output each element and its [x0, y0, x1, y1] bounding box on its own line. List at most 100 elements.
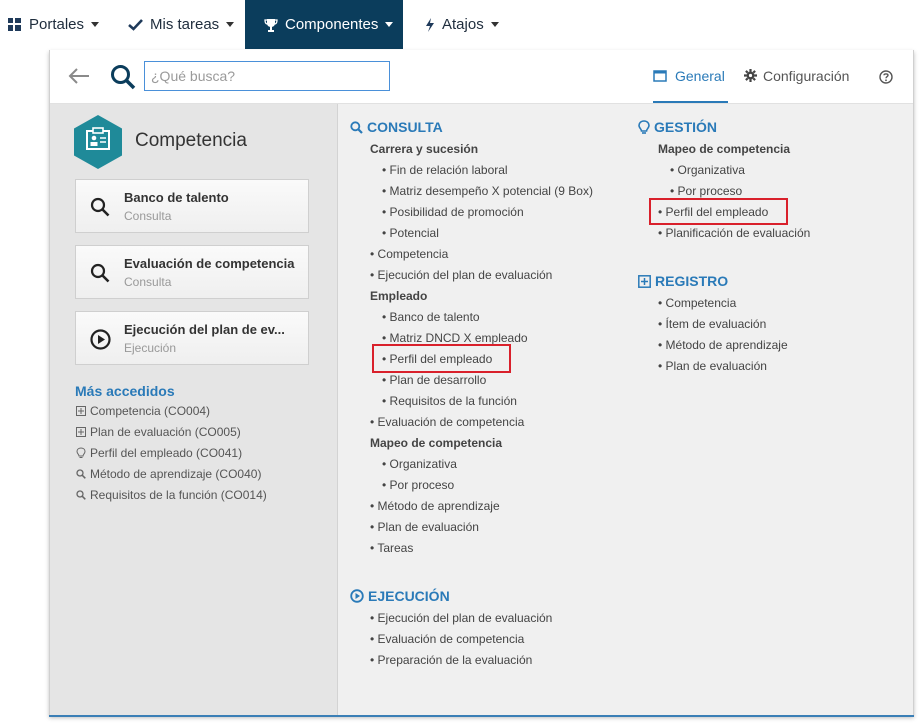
menu-link[interactable]: • Por proceso [670, 184, 742, 198]
card-banco-de-talento[interactable]: Banco de talento Consulta [75, 179, 309, 233]
card-subtitle: Consulta [124, 209, 172, 223]
chevron-down-icon [91, 22, 100, 27]
help-icon[interactable] [879, 70, 893, 84]
most-accessed-label: Plan de evaluación (CO005) [90, 425, 241, 439]
group-carrera-y-sucesion: Carrera y sucesión [370, 142, 479, 156]
menu-link[interactable]: • Banco de talento [382, 310, 480, 324]
components-dropdown-panel: General Configuración Competencia Banco … [49, 50, 914, 716]
group-mapeo-de-competencia: Mapeo de competencia [658, 142, 791, 156]
highlight-box [649, 198, 788, 225]
tab-general[interactable]: General [653, 50, 728, 103]
section-consulta[interactable]: CONSULTA [350, 119, 443, 135]
section-registro-title: REGISTRO [655, 273, 729, 289]
card-subtitle: Consulta [124, 275, 172, 289]
plus-square-icon [76, 427, 86, 437]
section-ejecucion[interactable]: EJECUCIÓN [350, 588, 450, 604]
arrow-left-icon[interactable] [68, 67, 90, 85]
nav-componentes-label: Componentes [285, 16, 379, 33]
most-accessed-label: Requisitos de la función (CO014) [90, 488, 267, 502]
menu-link[interactable]: • Matriz desempeño X potencial (9 Box) [382, 184, 593, 198]
menu-link[interactable]: • Ejecución del plan de evaluación [370, 611, 552, 625]
tab-configuracion-label: Configuración [763, 67, 850, 84]
most-accessed-item[interactable]: Requisitos de la función (CO014) [76, 488, 267, 502]
card-title: Evaluación de competencia [124, 256, 295, 271]
menu-link[interactable]: • Ítem de evaluación [658, 317, 766, 331]
most-accessed-label: Perfil del empleado (CO041) [90, 446, 243, 460]
most-accessed-title: Más accedidos [75, 383, 175, 399]
card-title: Banco de talento [124, 190, 229, 205]
highlight-box [372, 344, 511, 373]
component-title: Competencia [135, 130, 247, 151]
plus-square-icon [638, 274, 651, 288]
menu-link[interactable]: • Tareas [370, 541, 413, 555]
search-input[interactable] [144, 61, 390, 91]
search-icon[interactable] [110, 64, 136, 90]
most-accessed-item[interactable]: Método de aprendizaje (CO040) [76, 467, 261, 481]
menu-link[interactable]: • Competencia [370, 247, 448, 261]
panel-bottom-border [49, 715, 914, 717]
menu-link[interactable]: • Plan de evaluación [658, 359, 767, 373]
nav-portales[interactable]: Portales [8, 0, 100, 49]
menu-link[interactable]: • Plan de desarrollo [382, 373, 486, 387]
lightbulb-icon [638, 119, 650, 134]
most-accessed-label: Método de aprendizaje (CO040) [90, 467, 262, 481]
bolt-icon [426, 17, 434, 32]
card-evaluacion-de-competencia[interactable]: Evaluación de competencia Consulta [75, 245, 309, 299]
search-icon [76, 469, 86, 479]
tab-general-label: General [675, 67, 725, 84]
nav-portales-label: Portales [29, 16, 85, 33]
component-summary: Competencia Banco de talento Consulta Ev… [50, 104, 338, 716]
menu-link[interactable]: • Posibilidad de promoción [382, 205, 524, 219]
menu-link[interactable]: • Por proceso [382, 478, 454, 492]
menu-link[interactable]: • Organizativa [382, 457, 457, 471]
menu-link[interactable]: • Requisitos de la función [382, 394, 517, 408]
window-icon [653, 69, 667, 82]
menu-link[interactable]: • Planificación de evaluación [658, 226, 810, 240]
card-ejecucion-del-plan[interactable]: Ejecución del plan de ev... Ejecución [75, 311, 309, 365]
menu-link[interactable]: • Ejecución del plan de evaluación [370, 268, 552, 282]
card-title: Ejecución del plan de ev... [124, 322, 285, 337]
menu-link[interactable]: • Preparación de la evaluación [370, 653, 532, 667]
section-gestion-title: GESTIÓN [654, 119, 718, 135]
search-icon [76, 490, 86, 500]
section-registro[interactable]: REGISTRO [638, 273, 728, 289]
menu-link[interactable]: • Fin de relación laboral [382, 163, 508, 177]
nav-mis-tareas[interactable]: Mis tareas [128, 0, 235, 49]
play-circle-icon [350, 589, 364, 603]
menu-link[interactable]: • Evaluación de competencia [370, 415, 524, 429]
menu-link[interactable]: • Potencial [382, 226, 439, 240]
menu-link[interactable]: • Matriz DNCD X empleado [382, 331, 528, 345]
lightbulb-icon [76, 447, 86, 458]
grid-icon [8, 18, 21, 31]
group-empleado: Empleado [370, 289, 428, 303]
group-mapeo-de-competencia: Mapeo de competencia [370, 436, 503, 450]
chevron-down-icon [385, 22, 394, 27]
trophy-icon [264, 18, 278, 32]
menu-link[interactable]: • Plan de evaluación [370, 520, 479, 534]
nav-mis-tareas-label: Mis tareas [150, 16, 220, 33]
most-accessed-label: Competencia (CO004) [90, 404, 211, 418]
tab-configuracion[interactable]: Configuración [744, 50, 849, 101]
menu-link[interactable]: • Método de aprendizaje [370, 499, 500, 513]
menu-link[interactable]: • Organizativa [670, 163, 745, 177]
chevron-down-icon [490, 22, 499, 27]
section-gestion[interactable]: GESTIÓN [638, 119, 717, 135]
check-icon [128, 19, 143, 31]
menu-link[interactable]: • Método de aprendizaje [658, 338, 788, 352]
play-circle-icon [90, 329, 111, 350]
search-icon [90, 263, 110, 283]
plus-square-icon [76, 406, 86, 416]
nav-atajos[interactable]: Atajos [425, 0, 499, 49]
most-accessed-item[interactable]: Plan de evaluación (CO005) [76, 425, 241, 439]
nav-atajos-label: Atajos [442, 16, 484, 33]
badge-icon [74, 115, 122, 169]
chevron-down-icon [226, 22, 235, 27]
nav-componentes[interactable]: Componentes [245, 0, 403, 49]
section-ejecucion-title: EJECUCIÓN [368, 588, 450, 604]
menu-link[interactable]: • Competencia [658, 296, 736, 310]
panel-toolbar: General Configuración [50, 50, 913, 104]
menu-link[interactable]: • Evaluación de competencia [370, 632, 524, 646]
most-accessed-item[interactable]: Competencia (CO004) [76, 404, 210, 418]
search-icon [350, 120, 363, 134]
most-accessed-item[interactable]: Perfil del empleado (CO041) [76, 446, 242, 460]
